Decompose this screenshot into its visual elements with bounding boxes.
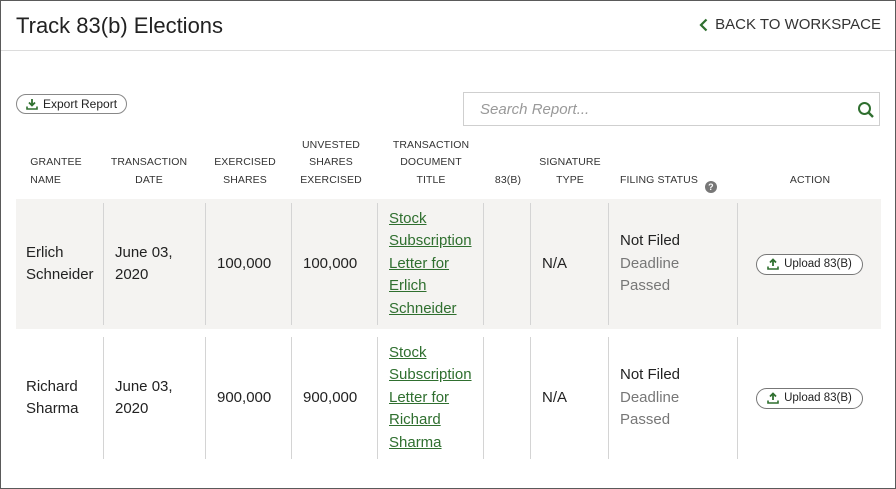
column-divider <box>608 203 609 325</box>
cell-unvested-shares: 100,000 <box>303 254 358 272</box>
column-divider <box>530 337 531 459</box>
upload-icon <box>767 258 779 270</box>
filing-status-header-label: FILING STATUS <box>620 173 698 186</box>
cell-filing-status: Not Filed Deadline Passed <box>620 199 736 329</box>
help-icon[interactable]: ? <box>704 181 717 193</box>
app-window: Track 83(b) Elections BACK TO WORKSPACE … <box>0 0 896 489</box>
page-title: Track 83(b) Elections <box>16 13 224 38</box>
column-header-document-title: TRANSACTION DOCUMENT TITLE <box>392 138 470 186</box>
chevron-left-icon <box>699 18 708 31</box>
document-title-link[interactable]: Stock Subscription Letter for Richard Sh… <box>389 342 481 455</box>
filing-status: Not Filed Deadline Passed <box>620 364 680 432</box>
filing-status: Not Filed Deadline Passed <box>620 230 680 298</box>
back-link-label: BACK TO WORKSPACE <box>715 16 881 33</box>
document-title-link[interactable]: Stock Subscription Letter for Erlich Sch… <box>389 208 481 321</box>
column-divider <box>205 337 206 459</box>
column-divider <box>530 203 531 325</box>
cell-transaction-date: June 03, 2020 <box>115 243 173 284</box>
search-box <box>463 92 880 126</box>
upload-83b-button[interactable]: Upload 83(B) <box>756 387 863 409</box>
column-divider <box>205 203 206 325</box>
search-icon[interactable] <box>857 101 875 119</box>
cell-signature-type: N/A <box>542 388 568 406</box>
search-input[interactable] <box>464 93 844 125</box>
cell-action: Upload 83(B) <box>738 199 881 329</box>
cell-action: Upload 83(B) <box>738 333 881 463</box>
column-header-grantee-name: GRANTEE NAME <box>30 156 82 186</box>
upload-83b-label: Upload 83(B) <box>784 258 852 270</box>
column-divider <box>291 203 292 325</box>
cell-exercised-shares: 900,000 <box>217 388 272 406</box>
export-report-button[interactable]: Export Report <box>16 94 128 114</box>
column-divider <box>608 337 609 459</box>
column-divider <box>377 203 378 325</box>
cell-filing-status: Not Filed Deadline Passed <box>620 333 736 463</box>
cell-exercised-shares: 100,000 <box>217 254 272 272</box>
filing-status-note: Deadline Passed <box>620 388 680 429</box>
cell-grantee-name: Richard Sharma <box>26 377 79 418</box>
cell-grantee-name: Erlich Schneider <box>26 243 94 284</box>
column-divider <box>291 337 292 459</box>
upload-83b-button[interactable]: Upload 83(B) <box>756 253 863 275</box>
column-header-signature-type: SIGNATURE TYPE <box>539 156 601 186</box>
back-to-workspace-link[interactable]: BACK TO WORKSPACE <box>699 16 881 33</box>
filing-status-value: Not Filed <box>620 232 681 250</box>
table-row: Erlich Schneider June 03, 2020 100,000 1… <box>16 199 881 329</box>
column-header-83b: 83(B) <box>494 173 522 186</box>
filing-status-note: Deadline Passed <box>620 254 680 295</box>
upload-83b-label: Upload 83(B) <box>784 392 852 404</box>
export-report-label: Export Report <box>43 97 118 111</box>
cell-83b <box>484 333 530 463</box>
column-header-action: ACTION <box>789 173 831 186</box>
download-icon <box>26 99 38 110</box>
cell-transaction-date: June 03, 2020 <box>115 377 173 418</box>
column-header-transaction-date: TRANSACTION DATE <box>110 156 188 186</box>
cell-document-title: Stock Subscription Letter for Richard Sh… <box>389 333 481 463</box>
page-header: Track 83(b) Elections BACK TO WORKSPACE <box>1 1 895 51</box>
filing-status-value: Not Filed <box>620 366 681 384</box>
cell-signature-type: N/A <box>542 254 568 272</box>
column-header-exercised-shares: EXERCISED SHARES <box>214 156 276 186</box>
column-divider <box>377 337 378 459</box>
upload-icon <box>767 392 779 404</box>
table-row: Richard Sharma June 03, 2020 900,000 900… <box>16 333 881 463</box>
column-header-filing-status: FILING STATUS? <box>620 137 738 193</box>
cell-83b <box>484 199 530 329</box>
column-header-unvested-shares: UNVESTED SHARES EXERCISED <box>300 138 362 186</box>
cell-document-title: Stock Subscription Letter for Erlich Sch… <box>389 199 481 329</box>
cell-unvested-shares: 900,000 <box>303 388 358 406</box>
